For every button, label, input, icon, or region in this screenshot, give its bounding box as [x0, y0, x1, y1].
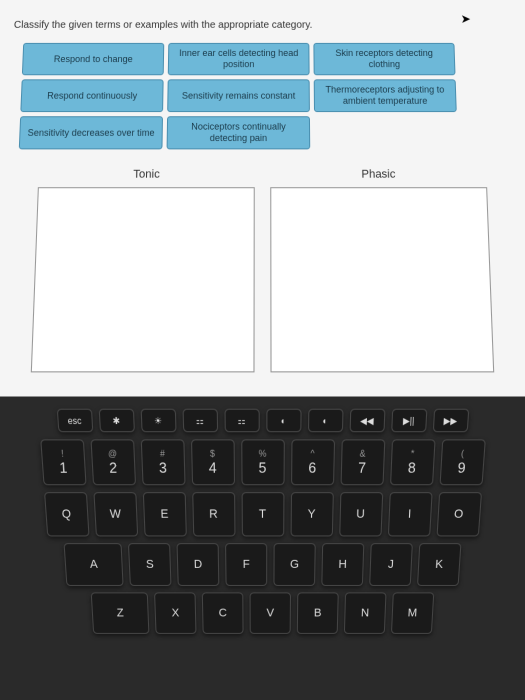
- phasic-drop-box[interactable]: [270, 187, 494, 372]
- fn-key[interactable]: ◀◀: [349, 409, 385, 433]
- card-row: Sensitivity decreases over time Nocicept…: [19, 116, 517, 149]
- term-card[interactable]: Thermoreceptors adjusting to ambient tem…: [314, 79, 457, 112]
- number-row: !1 @2 #3 $4 %5 ^6 &7 *8 (9: [0, 439, 525, 485]
- letter-key[interactable]: B: [297, 592, 339, 634]
- letter-key[interactable]: Z: [91, 592, 150, 634]
- term-card[interactable]: Respond to change: [22, 43, 164, 75]
- num-key[interactable]: (9: [439, 439, 485, 485]
- letter-key[interactable]: O: [436, 492, 482, 536]
- letter-key[interactable]: H: [321, 543, 364, 586]
- phasic-label: Phasic: [361, 168, 395, 181]
- fn-key[interactable]: ▶▶: [432, 409, 469, 433]
- letter-key[interactable]: T: [241, 492, 284, 536]
- fn-key[interactable]: ◐: [307, 409, 343, 433]
- letter-key[interactable]: C: [202, 592, 244, 634]
- term-card[interactable]: Respond continuously: [20, 79, 163, 112]
- tonic-label: Tonic: [133, 168, 160, 181]
- num-key[interactable]: #3: [140, 439, 185, 485]
- num-key[interactable]: &7: [340, 439, 385, 485]
- letter-key[interactable]: Y: [290, 492, 333, 536]
- letter-key[interactable]: I: [387, 492, 432, 536]
- letter-key[interactable]: U: [339, 492, 383, 536]
- card-row: Respond continuously Sensitivity remains…: [20, 79, 515, 112]
- fn-key[interactable]: ☀: [140, 409, 176, 433]
- tonic-column: Tonic: [31, 168, 255, 372]
- fn-key[interactable]: ⚏: [224, 409, 259, 433]
- term-card[interactable]: Sensitivity remains constant: [167, 79, 310, 112]
- letter-key[interactable]: N: [344, 592, 387, 634]
- letter-key[interactable]: V: [250, 592, 292, 634]
- fn-key[interactable]: ▶||: [391, 409, 427, 433]
- letter-key[interactable]: G: [273, 543, 315, 586]
- term-card[interactable]: Inner ear cells detecting head position: [168, 43, 310, 75]
- num-key[interactable]: !1: [40, 439, 86, 485]
- letter-key[interactable]: D: [176, 543, 219, 586]
- esc-key[interactable]: esc: [56, 409, 93, 433]
- num-key[interactable]: ^6: [290, 439, 334, 485]
- letter-key[interactable]: X: [154, 592, 196, 634]
- num-key[interactable]: $4: [190, 439, 234, 485]
- letter-key[interactable]: S: [128, 543, 172, 586]
- draggable-cards-area: Respond to change Inner ear cells detect…: [19, 43, 517, 149]
- fn-key[interactable]: ✱: [98, 409, 134, 433]
- letter-key[interactable]: W: [93, 492, 138, 536]
- drop-zones: Tonic Phasic: [0, 168, 525, 372]
- phasic-column: Phasic: [270, 168, 494, 372]
- letter-key[interactable]: K: [417, 543, 461, 586]
- letter-key[interactable]: J: [369, 543, 413, 586]
- card-row: Respond to change Inner ear cells detect…: [22, 43, 513, 75]
- letter-key[interactable]: F: [225, 543, 267, 586]
- function-row: esc ✱ ☀ ⚏ ⚏ ◐ ◐ ◀◀ ▶|| ▶▶: [0, 409, 525, 433]
- qwerty-row: Q W E R T Y U I O: [0, 492, 525, 536]
- num-key[interactable]: %5: [241, 439, 285, 485]
- term-card[interactable]: Nociceptors continually detecting pain: [167, 116, 311, 149]
- letter-key[interactable]: E: [142, 492, 186, 536]
- letter-key[interactable]: A: [64, 543, 124, 586]
- num-key[interactable]: *8: [389, 439, 435, 485]
- fn-key[interactable]: ⚏: [182, 409, 218, 433]
- mouse-cursor: ➤: [460, 12, 471, 26]
- term-card[interactable]: Skin receptors detecting clothing: [313, 43, 455, 75]
- laptop-screen: ➤ Classify the given terms or examples w…: [0, 0, 525, 449]
- letter-key[interactable]: R: [192, 492, 235, 536]
- fn-key[interactable]: ◐: [266, 409, 301, 433]
- asdf-row: A S D F G H J K: [0, 543, 525, 586]
- letter-key[interactable]: M: [391, 592, 434, 634]
- tonic-drop-box[interactable]: [31, 187, 255, 372]
- letter-key[interactable]: Q: [43, 492, 89, 536]
- instruction-text: Classify the given terms or examples wit…: [14, 20, 512, 31]
- zxcv-row: Z X C V B N M: [0, 592, 525, 634]
- num-key[interactable]: @2: [90, 439, 136, 485]
- term-card[interactable]: Sensitivity decreases over time: [19, 116, 163, 149]
- laptop-keyboard: esc ✱ ☀ ⚏ ⚏ ◐ ◐ ◀◀ ▶|| ▶▶ !1 @2 #3 $4 %5…: [0, 397, 525, 700]
